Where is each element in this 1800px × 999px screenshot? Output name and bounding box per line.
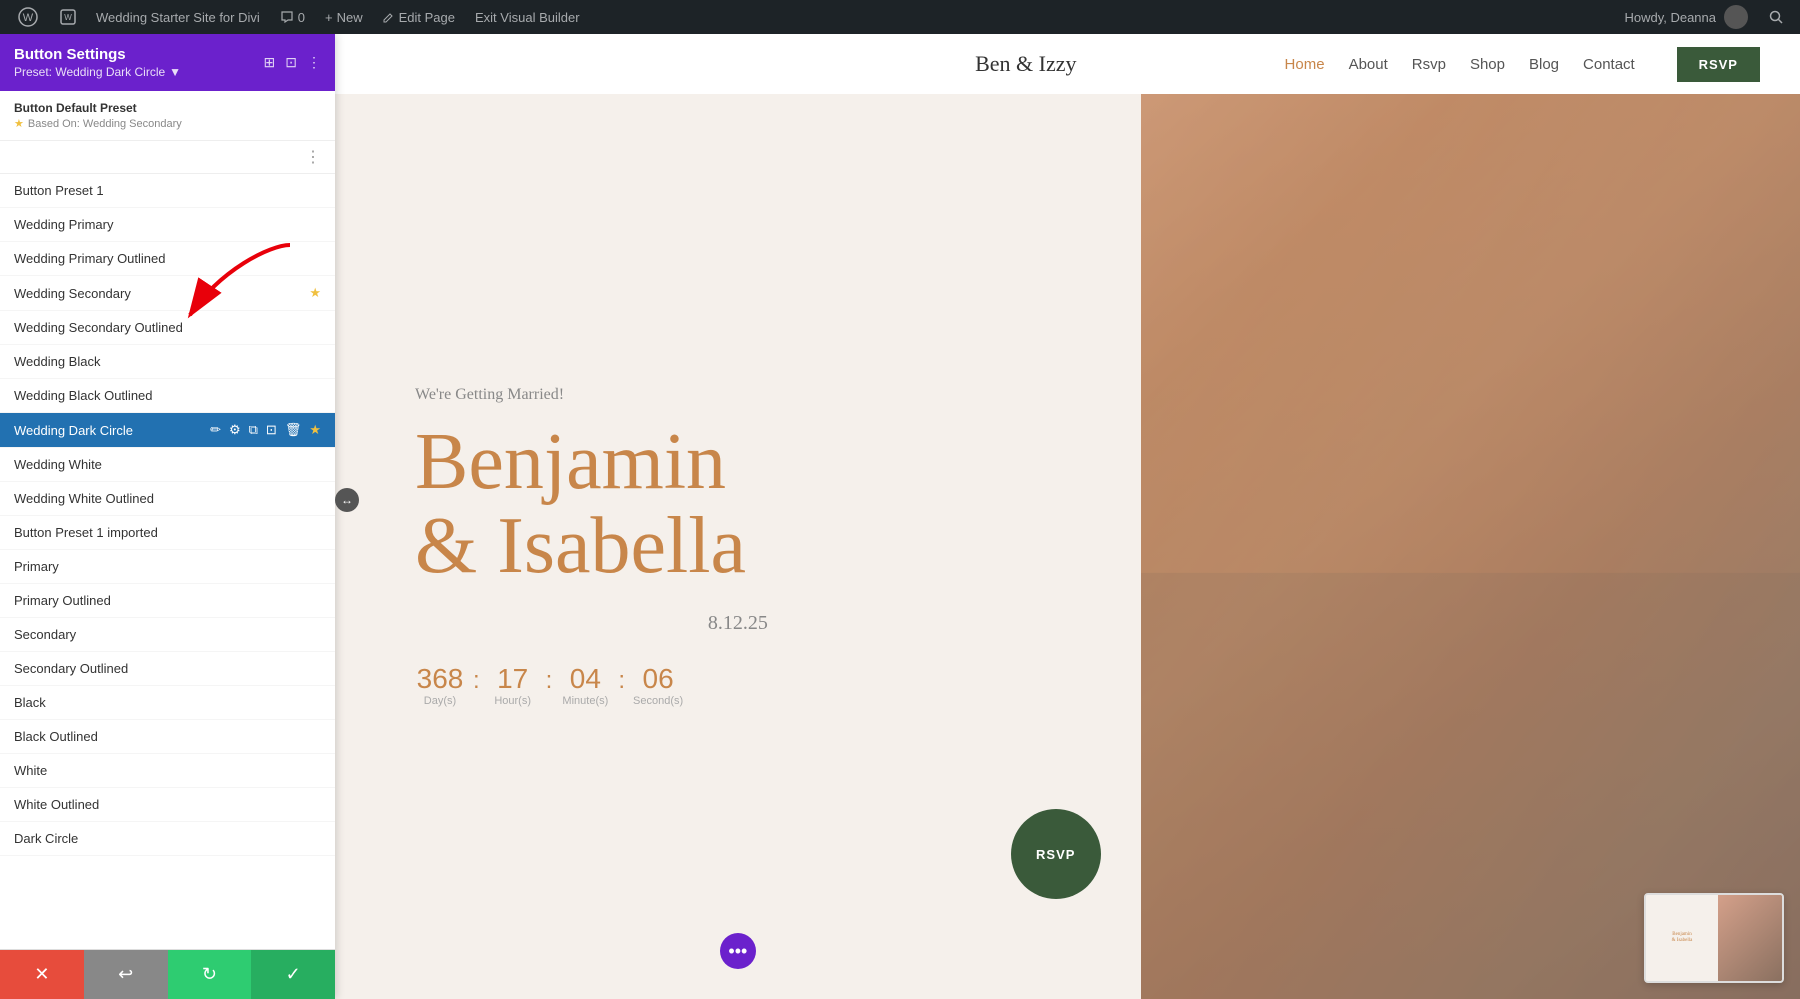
panel-more-icon[interactable]: ⋮: [307, 54, 321, 71]
list-item[interactable]: Wedding Black: [0, 345, 335, 379]
list-item[interactable]: White: [0, 754, 335, 788]
list-item[interactable]: Button Preset 1: [0, 174, 335, 208]
panel-header: Button Settings Preset: Wedding Dark Cir…: [0, 34, 335, 91]
star-icon[interactable]: ★: [309, 285, 321, 301]
delete-icon[interactable]: 🗑: [285, 422, 302, 438]
nav-link-contact[interactable]: Contact: [1583, 56, 1635, 73]
list-item[interactable]: Button Preset 1 imported: [0, 516, 335, 550]
site-preview-thumbnail: Benjamin& Isabella: [1644, 893, 1784, 983]
panel-header-icons: ⊞ ⊡ ⋮: [264, 54, 321, 71]
countdown-seconds: 06 Second(s): [633, 663, 683, 707]
list-item[interactable]: Dark Circle: [0, 822, 335, 856]
site-name[interactable]: Wedding Starter Site for Divi: [88, 0, 268, 34]
nav-link-rsvp[interactable]: Rsvp: [1412, 56, 1446, 73]
list-item[interactable]: Secondary Outlined: [0, 652, 335, 686]
countdown-sep-3: :: [618, 663, 625, 695]
list-item[interactable]: Black Outlined: [0, 720, 335, 754]
hero-left: We're Getting Married! Benjamin & Isabel…: [335, 94, 1141, 999]
redo-button[interactable]: ↻: [168, 950, 252, 999]
svg-text:W: W: [64, 13, 72, 22]
duplicate-icon[interactable]: ⧉: [249, 422, 258, 438]
nav-link-about[interactable]: About: [1349, 56, 1388, 73]
list-item[interactable]: Wedding Secondary Outlined: [0, 311, 335, 345]
countdown-days: 368 Day(s): [415, 663, 465, 707]
list-item[interactable]: Secondary: [0, 618, 335, 652]
countdown-sep-2: :: [546, 663, 553, 695]
default-preset-based: ★ Based On: Wedding Secondary: [14, 117, 321, 130]
save-button[interactable]: ✓: [251, 950, 335, 999]
panel-list-header: ⋮: [0, 141, 335, 174]
list-item[interactable]: Wedding Secondary ★: [0, 276, 335, 311]
panel-title-area: Button Settings Preset: Wedding Dark Cir…: [14, 46, 181, 79]
site-icon[interactable]: W: [52, 0, 84, 34]
nav-link-blog[interactable]: Blog: [1529, 56, 1559, 73]
list-item[interactable]: White Outlined: [0, 788, 335, 822]
nav-link-shop[interactable]: Shop: [1470, 56, 1505, 73]
countdown-minutes: 04 Minute(s): [560, 663, 610, 707]
countdown-hours: 17 Hour(s): [488, 663, 538, 707]
panel-subtitle[interactable]: Preset: Wedding Dark Circle ▼: [14, 65, 181, 79]
undo-button[interactable]: ↩: [84, 950, 168, 999]
site-nav: Ben & Izzy HomeAboutRsvpShopBlogContact …: [335, 34, 1800, 94]
list-item[interactable]: Wedding White Outlined: [0, 482, 335, 516]
list-item[interactable]: Wedding Dark Circle ✏ ⚙ ⧉ ⊡ 🗑 ★: [0, 413, 335, 448]
list-item[interactable]: Wedding Primary Outlined: [0, 242, 335, 276]
admin-bar: W W Wedding Starter Site for Divi 0 + Ne…: [0, 0, 1800, 34]
hero-photo: [1141, 94, 1800, 999]
list-item[interactable]: Wedding Primary: [0, 208, 335, 242]
list-item[interactable]: Primary: [0, 550, 335, 584]
panel-grid-icon[interactable]: ⊡: [285, 54, 297, 71]
exit-builder-link[interactable]: Exit Visual Builder: [467, 0, 588, 34]
search-icon[interactable]: [1760, 9, 1792, 25]
preset-list: Button Preset 1 Wedding Primary Wedding …: [0, 174, 335, 949]
countdown: 368 Day(s) : 17 Hour(s) : 04 Minute(s) :…: [415, 663, 1061, 707]
rsvp-circle-button[interactable]: RSVP: [1011, 809, 1101, 899]
wp-logo[interactable]: W: [8, 0, 48, 34]
discard-button[interactable]: ✕: [0, 950, 84, 999]
list-item[interactable]: Wedding Black Outlined: [0, 379, 335, 413]
avatar: [1724, 5, 1748, 29]
default-preset-section: Button Default Preset ★ Based On: Weddin…: [0, 91, 335, 141]
default-preset-title: Button Default Preset: [14, 101, 321, 115]
star-icon: ★: [14, 117, 24, 130]
nav-links: Home About Rsvp Shop Blog Contact: [1243, 56, 1677, 73]
panel-layout-icon[interactable]: ⊞: [264, 54, 276, 71]
site-content: Ben & Izzy HomeAboutRsvpShopBlogContact …: [335, 34, 1800, 999]
site-preview-inner: Benjamin& Isabella: [1646, 895, 1782, 981]
list-header-dots[interactable]: ⋮: [305, 147, 321, 167]
countdown-sep-1: :: [473, 663, 480, 695]
edit-page-link[interactable]: Edit Page: [375, 0, 463, 34]
copy-icon[interactable]: ⊡: [266, 422, 277, 438]
edit-icon[interactable]: ✏: [210, 422, 221, 438]
dots-button[interactable]: •••: [720, 933, 756, 969]
star-icon[interactable]: ★: [309, 422, 321, 438]
nav-link-home[interactable]: Home: [1285, 56, 1325, 73]
hero-right: Benjamin& Isabella: [1141, 94, 1800, 999]
list-item[interactable]: Primary Outlined: [0, 584, 335, 618]
list-item[interactable]: Wedding White: [0, 448, 335, 482]
hero-names: Benjamin & Isabella: [415, 420, 1061, 588]
site-brand: Ben & Izzy: [809, 51, 1243, 77]
svg-text:W: W: [23, 12, 34, 24]
bottom-bar: ✕ ↩ ↻ ✓: [0, 949, 335, 999]
list-item[interactable]: Black: [0, 686, 335, 720]
new-link[interactable]: + New: [317, 0, 371, 34]
hero-tagline: We're Getting Married!: [415, 386, 1061, 404]
hero-section: We're Getting Married! Benjamin & Isabel…: [335, 94, 1800, 999]
greeting[interactable]: Howdy, Deanna: [1616, 0, 1756, 34]
comments-link[interactable]: 0: [272, 0, 313, 34]
admin-bar-right: Howdy, Deanna: [1616, 0, 1792, 34]
hero-date: 8.12.25: [415, 612, 1061, 635]
nav-rsvp-button[interactable]: RSVP: [1677, 47, 1760, 82]
settings-icon[interactable]: ⚙: [229, 422, 241, 438]
panel-title: Button Settings: [14, 46, 181, 63]
panel-list-area: ⋮ Button Preset 1 Wedding Primary Weddin…: [0, 141, 335, 949]
resize-handle[interactable]: ↔: [335, 488, 359, 512]
button-settings-panel: Button Settings Preset: Wedding Dark Cir…: [0, 34, 335, 999]
